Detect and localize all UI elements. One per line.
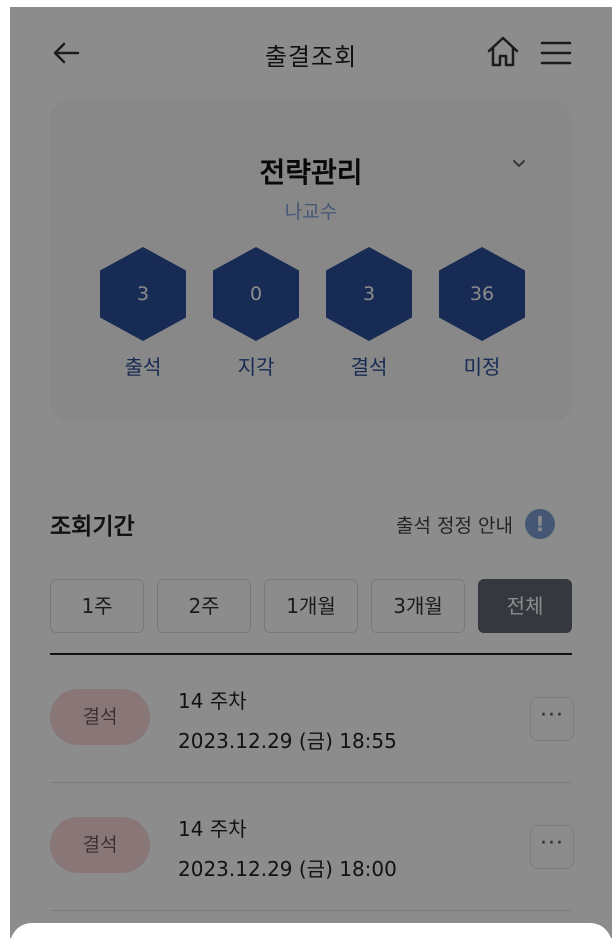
header: 출결조회 bbox=[10, 7, 612, 97]
stat-count: 36 bbox=[439, 247, 525, 341]
record-week: 14 주차 bbox=[178, 689, 247, 713]
hamburger-menu-icon bbox=[540, 41, 572, 65]
stat-absent: 3 결석 bbox=[324, 247, 414, 387]
more-dots-icon: ··· bbox=[540, 703, 564, 728]
more-options-button[interactable]: ··· bbox=[530, 697, 574, 741]
record-datetime: 2023.12.29 (금) 18:55 bbox=[178, 729, 397, 753]
more-options-button[interactable]: ··· bbox=[530, 825, 574, 869]
list-item: 결석 14 주차 2023.12.29 (금) 18:55 ··· bbox=[50, 655, 574, 783]
menu-button[interactable] bbox=[536, 35, 576, 71]
attendance-stats: 3 출석 0 지각 3 결석 36 미정 bbox=[98, 247, 526, 387]
tab-1-month[interactable]: 1개월 bbox=[264, 579, 358, 633]
stat-label: 결석 bbox=[350, 355, 388, 379]
course-select-toggle[interactable] bbox=[506, 151, 532, 177]
stat-count: 3 bbox=[100, 247, 186, 341]
status-badge: 결석 bbox=[50, 689, 150, 745]
stat-label: 출석 bbox=[124, 355, 162, 379]
record-week: 14 주차 bbox=[178, 817, 247, 841]
list-item: 결석 14 주차 2023.12.29 (금) 18:00 ··· bbox=[50, 783, 574, 911]
tab-1-week[interactable]: 1주 bbox=[50, 579, 144, 633]
stat-late: 0 지각 bbox=[211, 247, 301, 387]
course-name: 전략관리 bbox=[259, 156, 363, 189]
stat-count: 3 bbox=[326, 247, 412, 341]
stat-undecided: 36 미정 bbox=[437, 247, 527, 387]
stat-label: 미정 bbox=[463, 355, 501, 379]
period-tabs: 1주 2주 1개월 3개월 전체 bbox=[50, 579, 572, 633]
record-datetime: 2023.12.29 (금) 18:00 bbox=[178, 857, 397, 881]
period-section-title: 조회기간 bbox=[50, 514, 135, 540]
notice-label: 출석 정정 안내 bbox=[396, 514, 513, 537]
status-badge: 결석 bbox=[50, 817, 150, 873]
bottom-sheet bbox=[10, 923, 612, 938]
home-icon bbox=[487, 36, 519, 67]
tab-2-weeks[interactable]: 2주 bbox=[157, 579, 251, 633]
professor-name: 나교수 bbox=[284, 201, 338, 223]
tab-all[interactable]: 전체 bbox=[478, 579, 572, 633]
stat-count: 0 bbox=[213, 247, 299, 341]
chevron-down-icon bbox=[513, 160, 525, 167]
more-dots-icon: ··· bbox=[540, 831, 564, 856]
attendance-correction-notice[interactable]: 출석 정정 안내 ! bbox=[396, 509, 555, 539]
home-button[interactable] bbox=[484, 33, 522, 71]
tab-3-months[interactable]: 3개월 bbox=[371, 579, 465, 633]
course-card: 전략관리 나교수 3 출석 0 지각 3 결석 36 미정 bbox=[50, 99, 572, 423]
stat-label: 지각 bbox=[237, 355, 275, 379]
stat-present: 3 출석 bbox=[98, 247, 188, 387]
exclamation-icon: ! bbox=[524, 509, 555, 539]
attendance-screen: 출결조회 전략관리 나교수 3 출석 0 지각 3 결석 36 미정 조회기간 … bbox=[10, 7, 612, 938]
